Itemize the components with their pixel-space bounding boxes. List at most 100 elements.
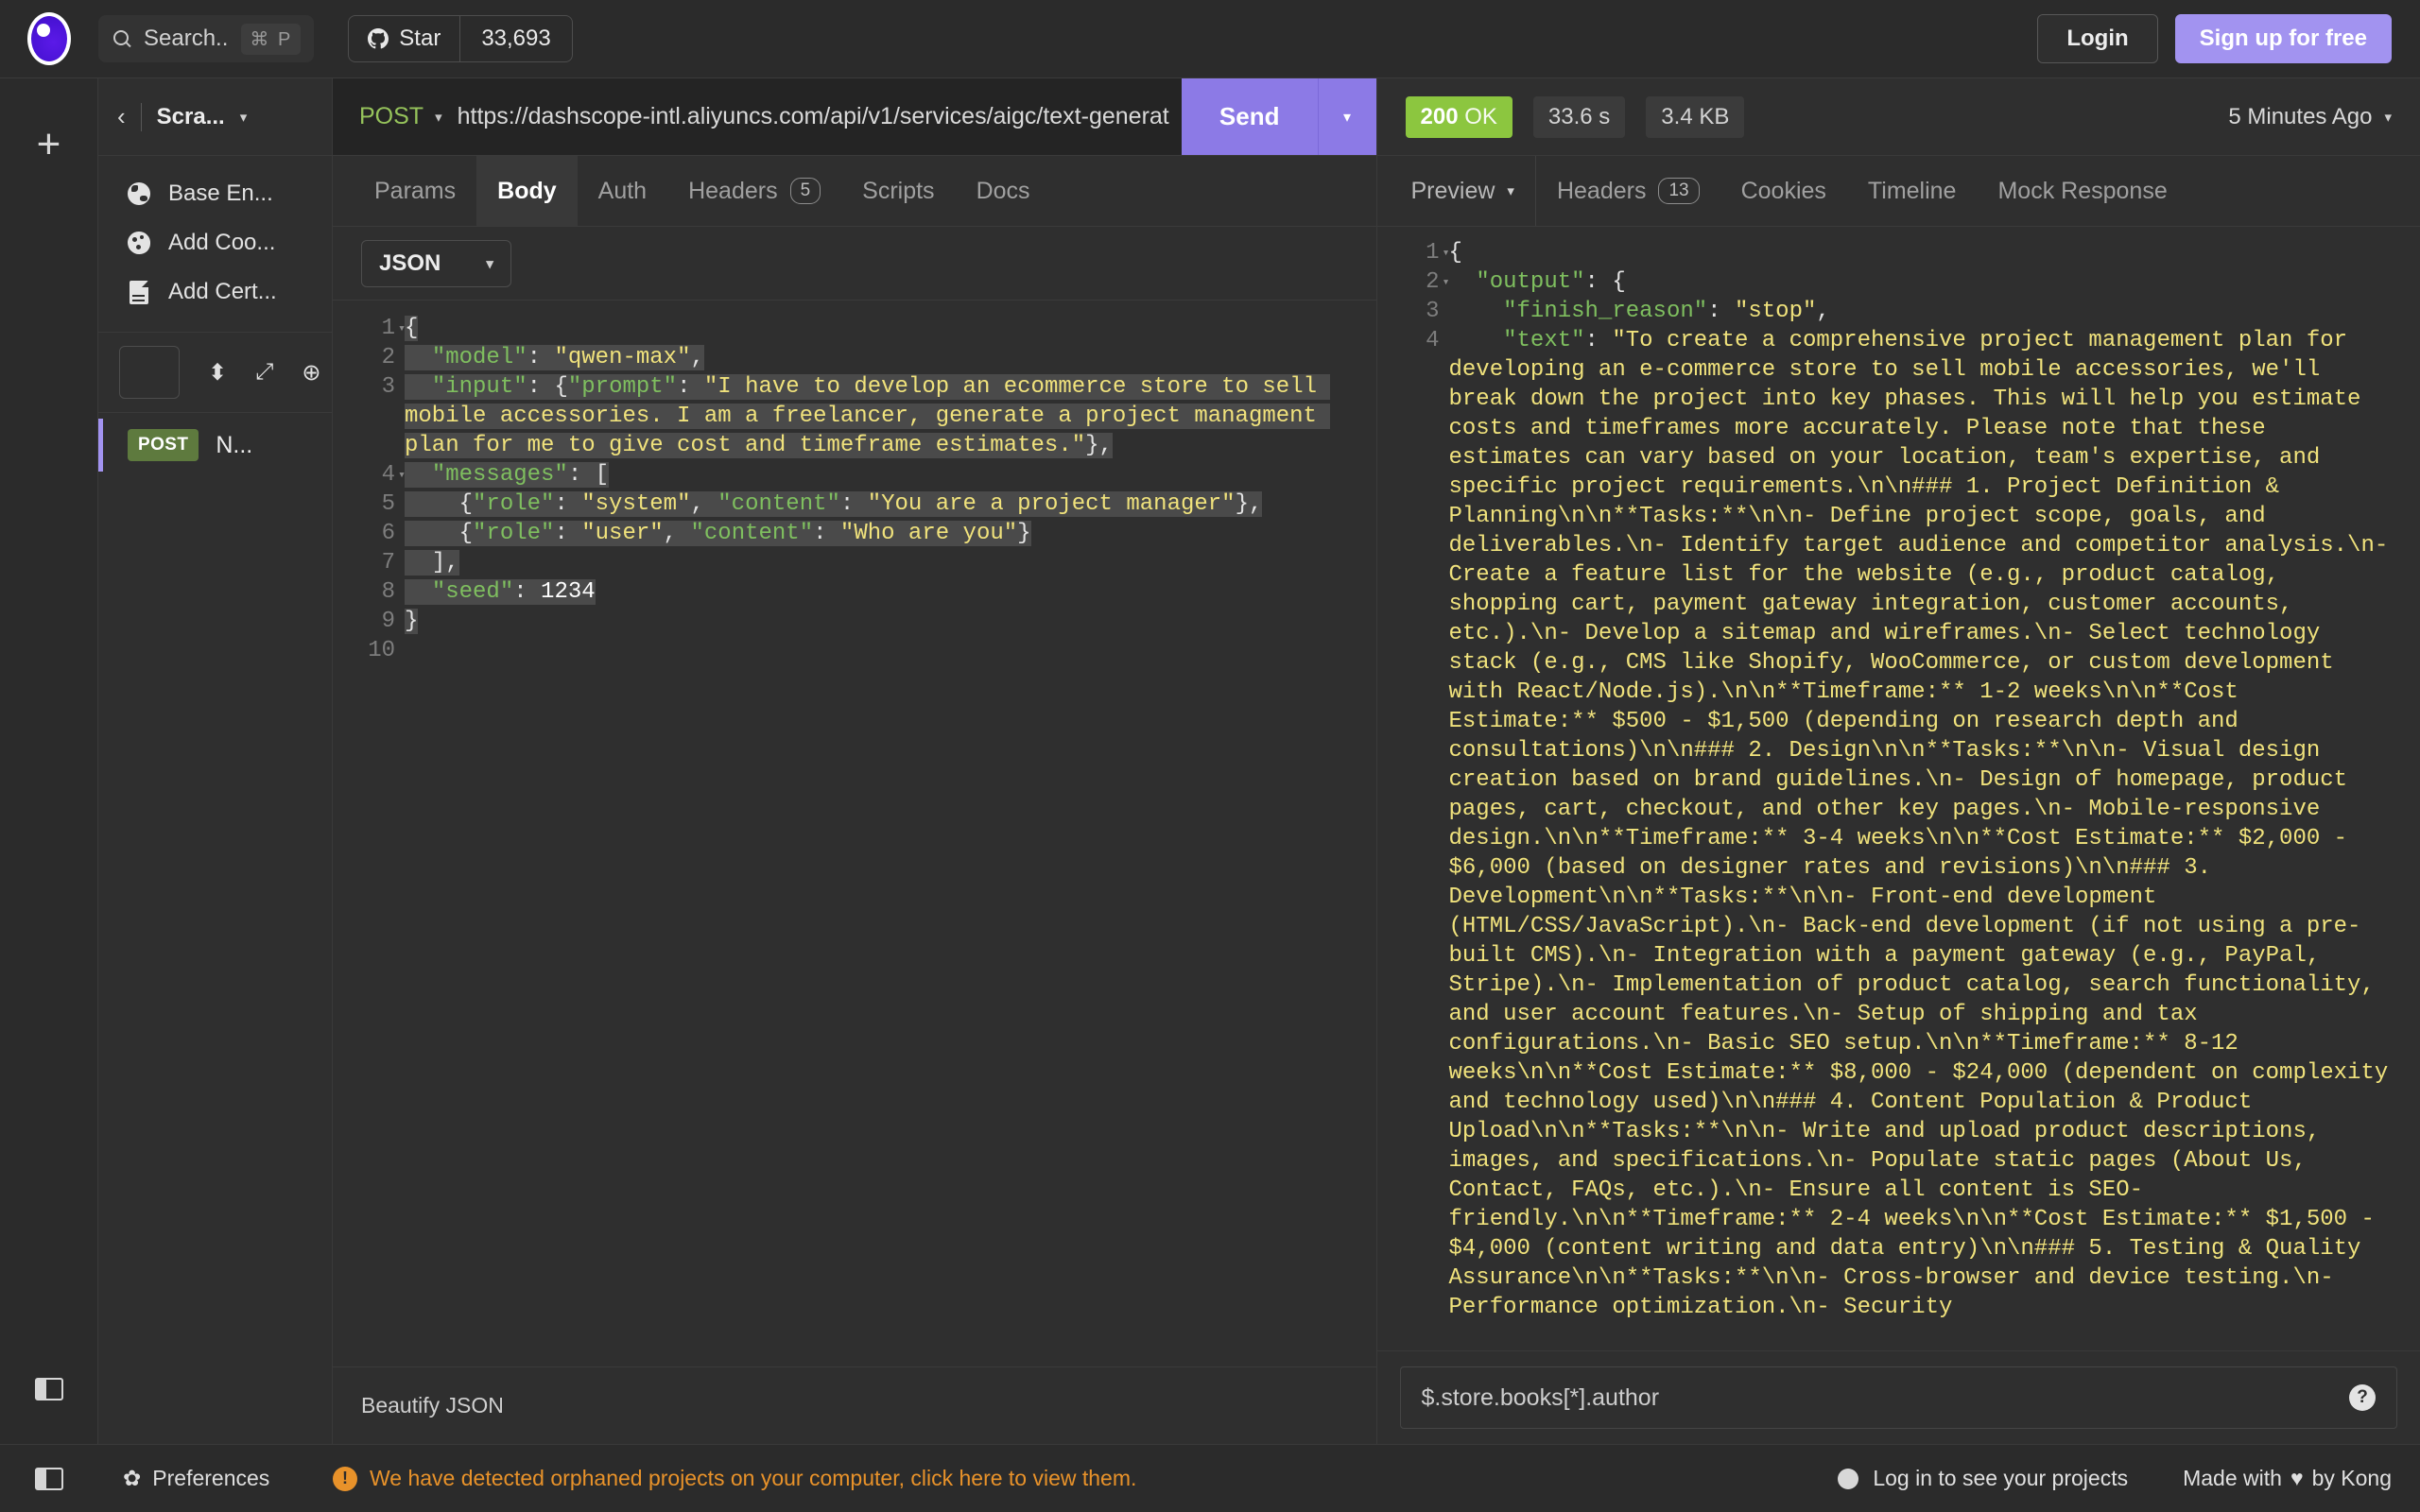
search-icon	[113, 30, 130, 47]
tab-response-headers[interactable]: Headers 13	[1536, 156, 1720, 226]
chevron-down-icon: ▾	[2384, 109, 2392, 126]
response-status-bar: 200 OK 33.6 s 3.4 KB 5 Minutes Ago ▾	[1376, 78, 2420, 156]
star-label: Star	[399, 26, 441, 51]
globe-icon	[127, 181, 151, 206]
sidebar-actions: Base En... Add Coo... Add Cert...	[98, 156, 332, 333]
request-pane: POST ▾ https://dashscope-intl.aliyuncs.c…	[333, 78, 1377, 1444]
chevron-left-icon[interactable]: ‹	[117, 102, 126, 131]
github-star-button[interactable]: Star	[349, 16, 459, 61]
tab-scripts[interactable]: Scripts	[841, 156, 955, 226]
status-badge[interactable]: 200 OK	[1405, 95, 1512, 138]
made-with-prefix: Made with	[2183, 1466, 2282, 1490]
login-projects-label: Log in to see your projects	[1873, 1466, 2129, 1490]
logo-container	[0, 12, 98, 65]
url-input[interactable]: https://dashscope-intl.aliyuncs.com/api/…	[458, 103, 1182, 130]
top-bar-right-actions: Login Sign up for free	[2037, 14, 2392, 63]
status-bar: ✿ Preferences ! We have detected orphane…	[0, 1444, 2420, 1512]
sidebar-toggle-icon[interactable]	[35, 1467, 63, 1490]
status-bar-left	[0, 1467, 98, 1490]
sort-updown-icon[interactable]: ⬍	[208, 359, 227, 387]
send-button[interactable]: Send	[1181, 78, 1318, 155]
signup-button[interactable]: Sign up for free	[2174, 14, 2392, 63]
sidebar-item-add-cookies[interactable]: Add Coo...	[98, 218, 332, 267]
response-size-badge[interactable]: 3.4 KB	[1646, 95, 1745, 138]
line-number-gutter: 1 ▾ 2 3 4 ▾ 5 6 7 8 9 10	[368, 316, 406, 663]
tab-label: Headers	[688, 177, 778, 204]
tab-label: Docs	[976, 177, 1030, 204]
tab-label: Auth	[597, 177, 648, 204]
response-time-badge[interactable]: 33.6 s	[1532, 95, 1626, 138]
login-button[interactable]: Login	[2037, 14, 2158, 63]
beautify-json-button[interactable]: Beautify JSON	[333, 1366, 1376, 1444]
sidebar-item-add-certificates[interactable]: Add Cert...	[98, 267, 332, 317]
response-history-dropdown[interactable]: 5 Minutes Ago ▾	[2228, 104, 2392, 130]
tab-label: Scripts	[862, 177, 935, 204]
star-count[interactable]: 33,693	[459, 16, 571, 61]
body-subbar: JSON ▾	[333, 227, 1376, 301]
tab-body[interactable]: Body	[476, 156, 578, 226]
chevron-down-icon[interactable]: ▾	[240, 109, 248, 126]
request-body-code[interactable]: { "model": "qwen-max", "input": {"prompt…	[405, 314, 1376, 665]
github-icon	[368, 28, 389, 49]
search-input[interactable]: Search.. ⌘ P	[98, 15, 315, 62]
github-star-group[interactable]: Star 33,693	[348, 15, 573, 62]
response-body-viewer[interactable]: 1 ▾ 2 ▾ 3 4 { "output": { "finish_reason":…	[1377, 227, 2420, 1350]
tab-headers[interactable]: Headers 5	[667, 156, 841, 226]
certificate-icon	[127, 280, 151, 304]
request-name: N...	[216, 431, 253, 458]
filter-value: $.store.books[*].author	[1421, 1383, 1660, 1411]
tab-preview[interactable]: Preview ▾	[1391, 156, 1536, 226]
tab-params[interactable]: Params	[354, 156, 476, 226]
divider	[140, 102, 142, 131]
chevron-down-icon[interactable]: ▾	[435, 109, 442, 126]
expand-arrows-icon[interactable]: ⤢	[255, 359, 273, 386]
list-item[interactable]: POST N...	[98, 419, 332, 472]
gear-icon: ✿	[123, 1466, 142, 1490]
chevron-down-icon: ▾	[486, 255, 493, 272]
sidebar-item-label: Base En...	[168, 180, 273, 206]
sidebar-item-base-environment[interactable]: Base En...	[98, 169, 332, 218]
request-body-editor[interactable]: 1 ▾ 2 3 4 ▾ 5 6 7 8 9 10 { "model": "qwen-…	[333, 301, 1376, 1366]
body-type-select[interactable]: JSON ▾	[361, 239, 511, 287]
sidebar-toggle-icon[interactable]	[34, 1378, 63, 1400]
orphaned-projects-warning[interactable]: ! We have detected orphaned projects on …	[333, 1466, 1136, 1491]
request-method-selector[interactable]: POST	[359, 103, 424, 130]
insomnia-logo-icon	[27, 12, 71, 65]
preferences-label: Preferences	[152, 1466, 270, 1490]
tab-label: Cookies	[1740, 177, 1826, 204]
tab-docs[interactable]: Docs	[956, 156, 1051, 226]
question-mark-icon[interactable]: ?	[2349, 1384, 2376, 1411]
sidebar-item-label: Add Coo...	[168, 230, 276, 255]
send-group: Send ▾	[1181, 78, 1376, 155]
response-filter-footer: $.store.books[*].author ?	[1376, 1350, 2420, 1444]
request-tabs: Params Body Auth Headers 5 Scripts Docs	[333, 156, 1376, 227]
filter-input[interactable]	[119, 346, 180, 399]
tab-label: Headers	[1556, 177, 1647, 204]
sidebar-toolbar: ⬍ ⤢ ⊕	[98, 333, 332, 413]
plus-circle-icon[interactable]: ⊕	[302, 359, 320, 387]
plus-icon[interactable]: +	[37, 124, 61, 165]
response-pane: 200 OK 33.6 s 3.4 KB 5 Minutes Ago ▾ Pre…	[1376, 78, 2420, 1444]
rail-bottom	[34, 1378, 63, 1400]
response-filter-input[interactable]: $.store.books[*].author ?	[1399, 1366, 2397, 1429]
tab-timeline[interactable]: Timeline	[1847, 156, 1978, 226]
tab-mock-response[interactable]: Mock Response	[1977, 156, 2187, 226]
login-projects-button[interactable]: Log in to see your projects	[1838, 1466, 2128, 1491]
search-shortcut-badge: ⌘ P	[241, 23, 302, 55]
tab-label: Mock Response	[1997, 177, 2168, 204]
tab-cookies[interactable]: Cookies	[1720, 156, 1847, 226]
status-bar-right: Log in to see your projects Made with ♥ …	[1838, 1466, 2392, 1491]
workspace-name[interactable]: Scra...	[157, 104, 225, 130]
tab-auth[interactable]: Auth	[578, 156, 667, 226]
response-code-area: 1 ▾ 2 ▾ 3 4 { "output": { "finish_reason":…	[1377, 238, 2420, 1322]
tab-label: Params	[374, 177, 457, 204]
left-rail: +	[0, 78, 98, 1444]
response-text-value: "To create a comprehensive project manag…	[1448, 328, 2402, 1320]
response-body-code: { "output": { "finish_reason": "stop", "…	[1448, 240, 2402, 1320]
top-bar: Search.. ⌘ P Star 33,693 Login Sign up f…	[0, 0, 2420, 77]
preferences-button[interactable]: ✿ Preferences	[98, 1466, 333, 1491]
response-tabs: Preview ▾ Headers 13 Cookies Timeline Mo…	[1376, 156, 2420, 227]
send-dropdown-icon[interactable]: ▾	[1317, 78, 1376, 155]
made-with-suffix: by Kong	[2311, 1466, 2392, 1490]
tab-label: Body	[497, 177, 557, 204]
